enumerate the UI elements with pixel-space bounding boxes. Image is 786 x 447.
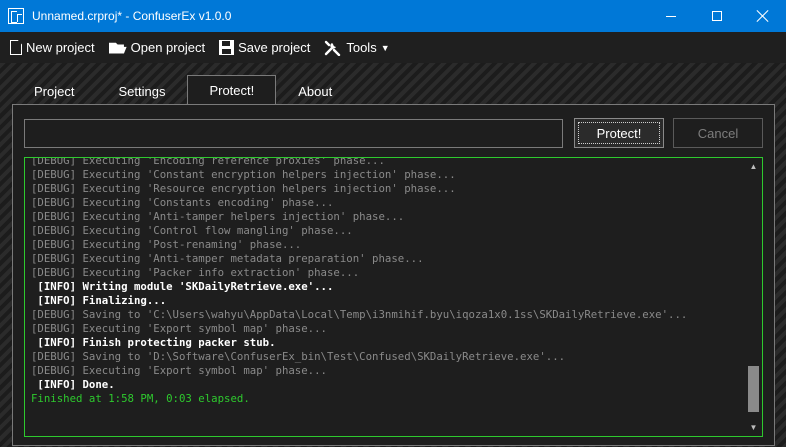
log-line: [DEBUG] Executing 'Export symbol map' ph… [31, 364, 327, 377]
floppy-disk-icon [219, 40, 235, 55]
save-project-label: Save project [238, 40, 311, 55]
open-project-label: Open project [130, 40, 206, 55]
tab-project[interactable]: Project [12, 77, 96, 105]
scroll-down-icon[interactable]: ▼ [745, 419, 762, 436]
minimize-button[interactable] [648, 0, 694, 32]
log-scrollbar[interactable]: ▲ ▼ [745, 158, 762, 436]
log-line: [DEBUG] Executing 'Constant encryption h… [31, 168, 456, 181]
open-project-button[interactable]: Open project [108, 32, 206, 63]
log-line: [DEBUG] Executing 'Anti-tamper helpers i… [31, 210, 405, 223]
scroll-up-icon[interactable]: ▲ [745, 158, 762, 175]
window-controls [648, 0, 786, 32]
log-line: [INFO] Finalizing... [31, 294, 167, 307]
target-input[interactable] [24, 119, 563, 148]
tab-strip: Project Settings Protect! About [12, 75, 354, 105]
new-project-label: New project [26, 40, 95, 55]
chevron-down-icon: ▼ [380, 42, 390, 53]
cancel-button[interactable]: Cancel [673, 118, 763, 148]
close-icon [757, 10, 769, 22]
window-title: Unnamed.crproj* - ConfuserEx v1.0.0 [32, 9, 232, 23]
log-line: [DEBUG] Executing 'Constants encoding' p… [31, 196, 334, 209]
log-output[interactable]: [DEBUG] Executing 'Encoding reference pr… [24, 157, 763, 437]
protect-button[interactable]: Protect! [574, 118, 664, 148]
protect-panel: Protect! Cancel [DEBUG] Executing 'Encod… [12, 104, 775, 446]
new-project-button[interactable]: New project [8, 32, 95, 63]
minimize-icon [666, 15, 676, 17]
log-line: [DEBUG] Executing 'Resource encryption h… [31, 182, 456, 195]
log-line: Finished at 1:58 PM, 0:03 elapsed. [31, 392, 250, 405]
log-line: [DEBUG] Executing 'Control flow mangling… [31, 224, 353, 237]
log-line: [DEBUG] Executing 'Packer info extractio… [31, 266, 360, 279]
save-project-button[interactable]: Save project [219, 32, 310, 63]
log-line: [DEBUG] Executing 'Post-renaming' phase.… [31, 238, 302, 251]
new-file-icon [10, 40, 22, 55]
log-line: [DEBUG] Executing 'Encoding reference pr… [31, 157, 385, 167]
log-line: [INFO] Writing module 'SKDailyRetrieve.e… [31, 280, 334, 293]
maximize-icon [712, 11, 722, 21]
app-icon[interactable] [8, 8, 24, 24]
tab-protect[interactable]: Protect! [187, 75, 277, 105]
scrollbar-thumb[interactable] [748, 366, 759, 412]
main-content: Project Settings Protect! About Protect!… [0, 63, 786, 447]
log-lines: [DEBUG] Executing 'Encoding reference pr… [31, 157, 744, 406]
log-line: [INFO] Done. [31, 378, 115, 391]
title-bar[interactable]: Unnamed.crproj* - ConfuserEx v1.0.0 [0, 0, 786, 32]
tab-about[interactable]: About [276, 77, 354, 105]
log-line: [DEBUG] Executing 'Anti-tamper metadata … [31, 252, 424, 265]
folder-open-icon [108, 42, 127, 54]
toolbar: New project Open project Save project To… [0, 32, 786, 63]
log-line: [INFO] Finish protecting packer stub. [31, 336, 276, 349]
tab-settings[interactable]: Settings [96, 77, 187, 105]
tools-label: Tools [346, 40, 377, 55]
tools-menu-button[interactable]: Tools ▼ [324, 32, 390, 63]
tools-icon [324, 40, 342, 56]
close-button[interactable] [740, 0, 786, 32]
log-line: [DEBUG] Saving to 'D:\Software\ConfuserE… [31, 350, 566, 363]
maximize-button[interactable] [694, 0, 740, 32]
log-line: [DEBUG] Saving to 'C:\Users\wahyu\AppDat… [31, 308, 688, 321]
log-line: [DEBUG] Executing 'Export symbol map' ph… [31, 322, 327, 335]
